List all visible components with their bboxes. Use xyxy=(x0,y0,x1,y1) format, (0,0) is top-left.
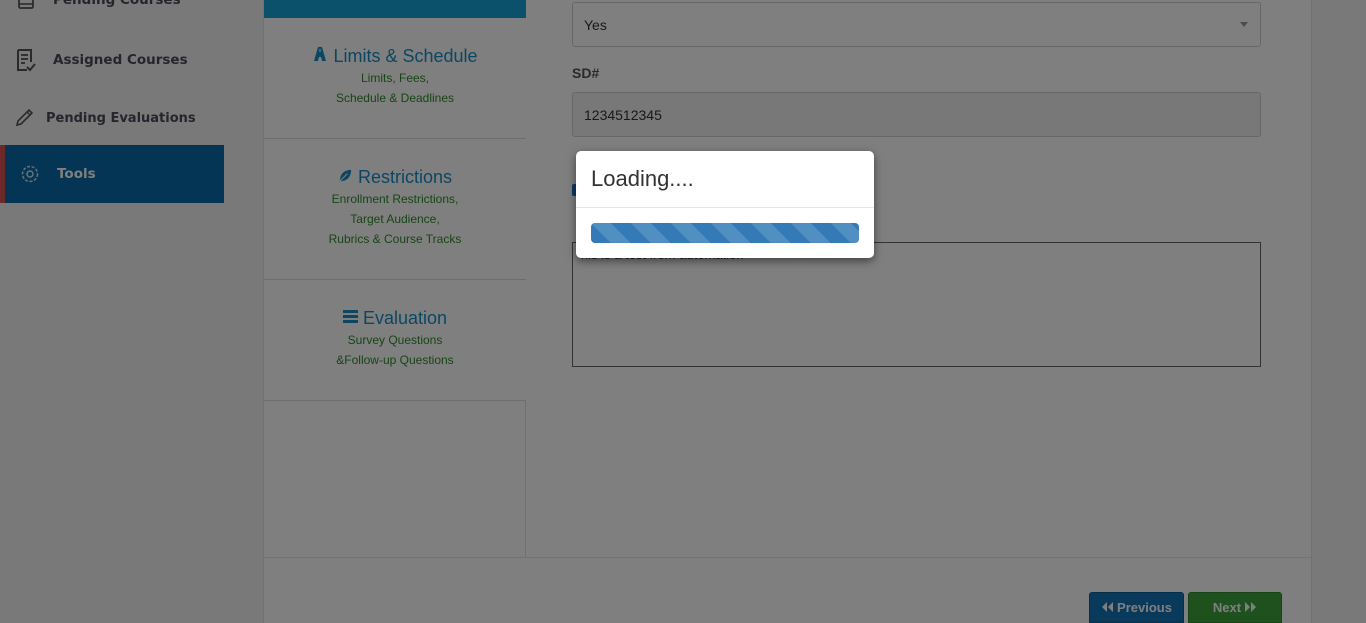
modal-backdrop xyxy=(0,0,1366,623)
loading-modal: Loading.... xyxy=(576,151,874,258)
modal-divider xyxy=(576,207,874,208)
progress-bar xyxy=(591,223,859,243)
progress-track xyxy=(591,223,859,243)
modal-title: Loading.... xyxy=(591,166,694,191)
